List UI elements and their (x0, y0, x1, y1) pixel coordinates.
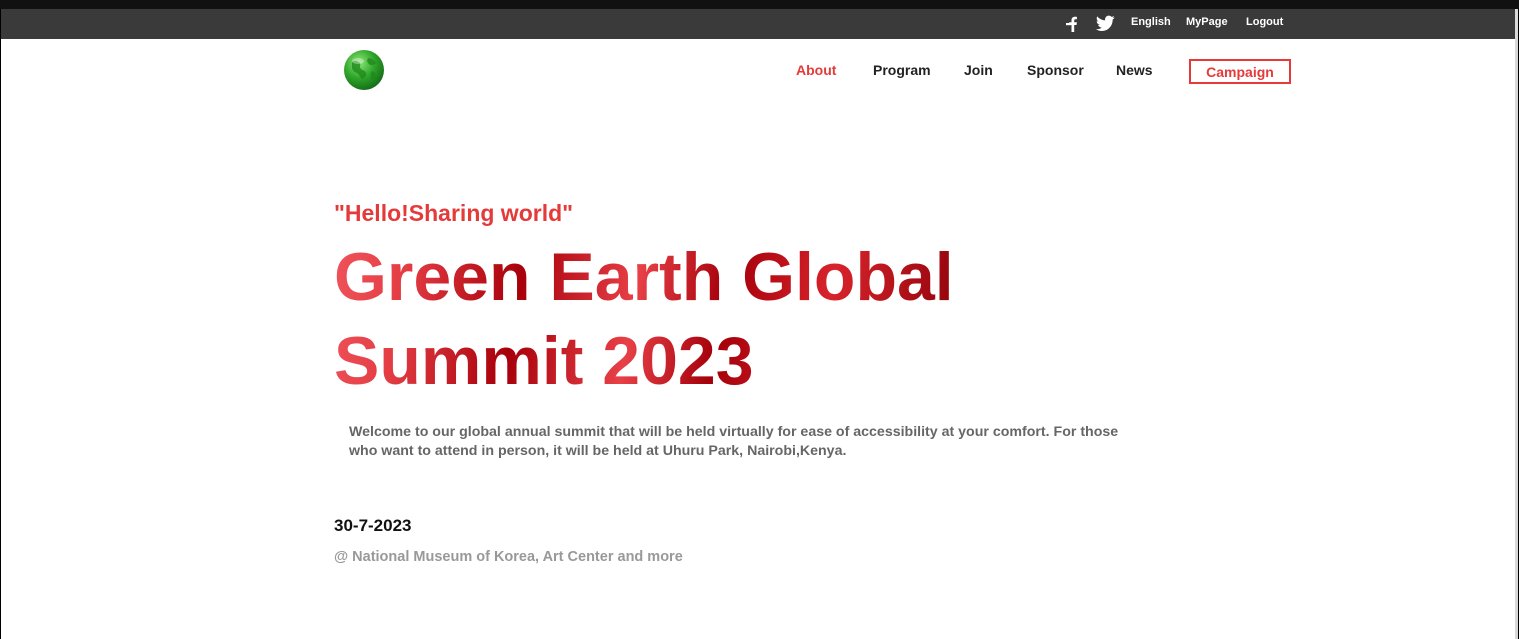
hero-tagline: "Hello!Sharing world" (334, 200, 574, 226)
hero-title: Green Earth Global Summit 2023 (334, 235, 954, 403)
scrollbar[interactable] (1515, 9, 1518, 639)
utility-bar: English MyPage Logout (1, 9, 1516, 39)
language-selector[interactable]: English (1131, 9, 1171, 39)
nav-program[interactable]: Program (873, 62, 931, 78)
nav-campaign-button[interactable]: Campaign (1189, 59, 1291, 84)
facebook-icon[interactable] (1064, 15, 1082, 38)
nav-sponsor[interactable]: Sponsor (1027, 62, 1084, 78)
event-date: 30-7-2023 (334, 516, 412, 535)
page: English MyPage Logout About Program Join… (1, 9, 1518, 639)
hero-title-line-2: Summit 2023 (334, 323, 754, 399)
mypage-link[interactable]: MyPage (1186, 9, 1228, 39)
nav-news[interactable]: News (1116, 62, 1153, 78)
nav-join[interactable]: Join (964, 62, 993, 78)
hero-intro-text: Welcome to our global annual summit that… (349, 424, 1119, 459)
twitter-icon[interactable] (1095, 15, 1115, 37)
globe-logo-icon[interactable] (343, 49, 385, 91)
event-venue: @ National Museum of Korea, Art Center a… (334, 549, 683, 565)
browser-top-strip (0, 0, 1519, 9)
logout-link[interactable]: Logout (1246, 9, 1283, 39)
hero-title-line-1: Green Earth Global (334, 239, 954, 315)
nav-about[interactable]: About (796, 62, 836, 78)
